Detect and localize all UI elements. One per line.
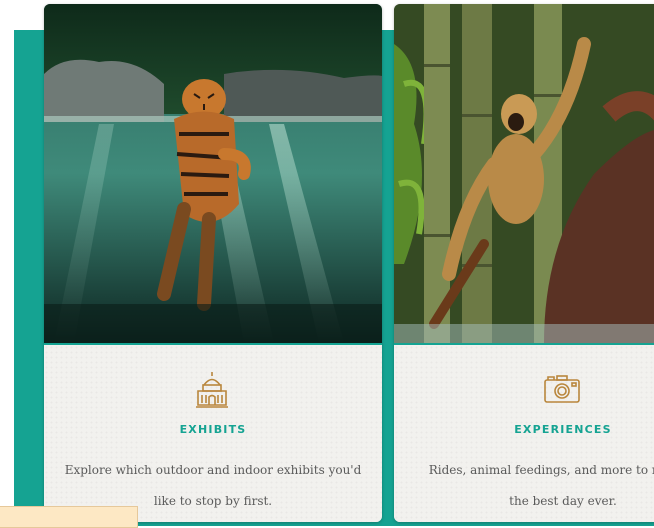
experiences-description: Rides, animal feedings, and more to make… <box>428 463 654 508</box>
building-icon <box>192 369 232 409</box>
experiences-card[interactable]: EXPERIENCES Rides, animal feedings, and … <box>394 4 654 522</box>
experiences-title[interactable]: EXPERIENCES <box>394 423 654 436</box>
camera-icon <box>542 369 582 409</box>
callout-box <box>0 506 138 528</box>
tiger-swimming-photo <box>44 4 382 343</box>
exhibits-title[interactable]: EXHIBITS <box>44 423 382 436</box>
gibbon-bamboo-photo <box>394 4 654 343</box>
experiences-card-body: EXPERIENCES Rides, animal feedings, and … <box>394 343 654 522</box>
exhibits-card[interactable]: EXHIBITS Explore which outdoor and indoo… <box>44 4 382 522</box>
exhibits-card-body: EXHIBITS Explore which outdoor and indoo… <box>44 343 382 522</box>
